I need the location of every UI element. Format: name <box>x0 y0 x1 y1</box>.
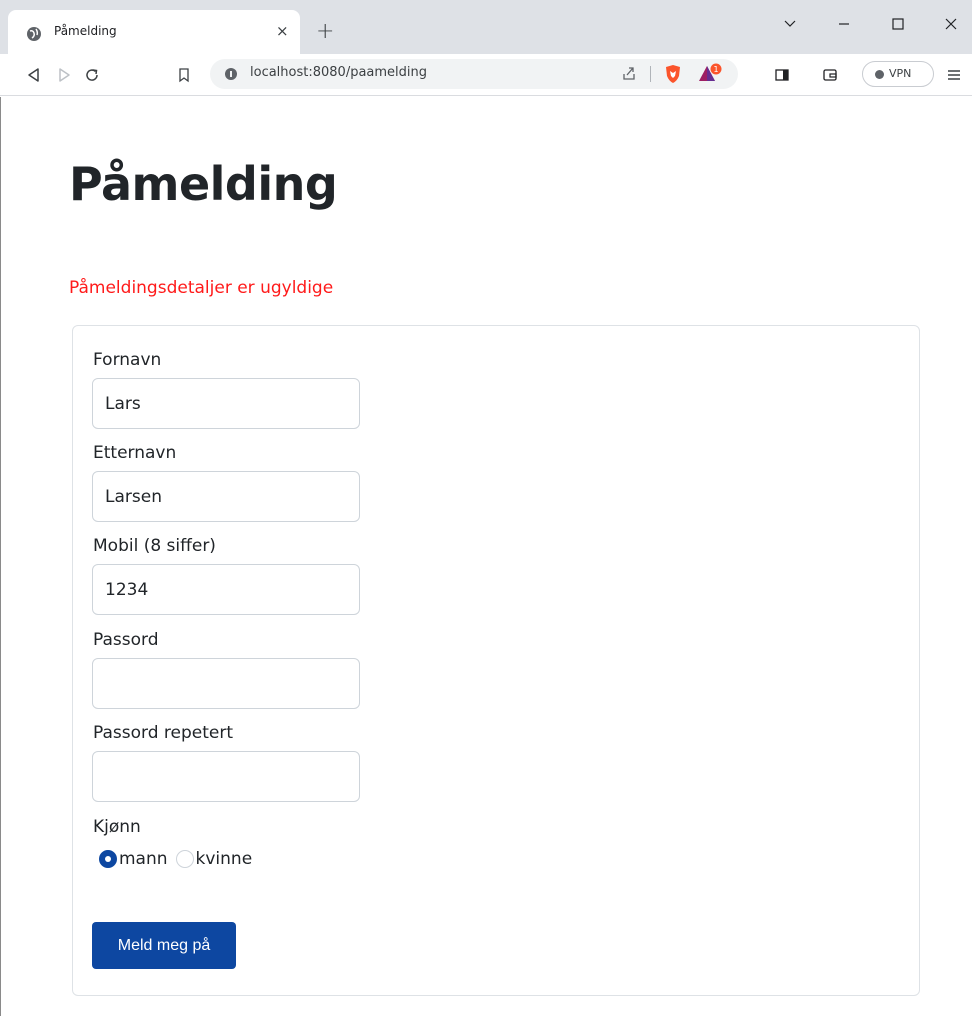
mobile-label: Mobil (8 siffer) <box>93 536 216 556</box>
last-name-input[interactable] <box>92 471 360 522</box>
gender-option-label[interactable]: kvinne <box>196 849 253 869</box>
bookmark-icon[interactable] <box>172 63 196 87</box>
plus-icon[interactable]: + <box>316 20 334 44</box>
address-bar[interactable]: localhost:8080/paamelding 1 <box>210 59 738 89</box>
close-icon[interactable]: × <box>276 21 289 41</box>
globe-icon <box>27 27 41 41</box>
vpn-status-icon <box>875 70 884 79</box>
brave-rewards-icon[interactable]: 1 <box>698 63 728 85</box>
gender-radio-group: mann kvinne <box>99 846 260 872</box>
brave-shields-icon[interactable] <box>664 64 682 84</box>
minimize-icon[interactable] <box>829 12 859 36</box>
gender-radio-mann[interactable] <box>99 850 117 868</box>
gender-label: Kjønn <box>93 817 141 837</box>
error-message: Påmeldingsdetaljer er ugyldige <box>69 278 334 298</box>
password-label: Passord <box>93 630 159 650</box>
first-name-input[interactable] <box>92 378 360 429</box>
back-icon[interactable] <box>22 63 46 87</box>
password-repeat-label: Passord repetert <box>93 723 234 743</box>
wallet-icon[interactable] <box>818 63 842 87</box>
tab-strip: Påmelding × + <box>0 0 972 54</box>
window-close-icon[interactable] <box>936 12 966 36</box>
reload-icon[interactable] <box>80 63 104 87</box>
url-text[interactable]: localhost:8080/paamelding <box>250 65 427 80</box>
vpn-label: VPN <box>889 67 912 80</box>
tab-title: Påmelding <box>54 24 117 38</box>
registration-form: Fornavn Etternavn Mobil (8 siffer) Passo… <box>72 325 920 996</box>
forward-icon[interactable] <box>52 63 76 87</box>
gender-option-label[interactable]: mann <box>119 849 168 869</box>
vpn-button[interactable]: VPN <box>862 61 934 87</box>
gender-radio-kvinne[interactable] <box>175 850 194 868</box>
menu-icon[interactable] <box>942 63 966 87</box>
first-name-label: Fornavn <box>93 350 162 370</box>
submit-button[interactable]: Meld meg på <box>92 922 236 969</box>
password-repeat-input[interactable] <box>92 751 360 802</box>
chevron-down-icon[interactable] <box>775 12 805 36</box>
share-icon[interactable] <box>620 64 638 82</box>
last-name-label: Etternavn <box>93 443 177 463</box>
mobile-input[interactable] <box>92 564 360 615</box>
page-viewport: Påmelding Påmeldingsdetaljer er ugyldige… <box>0 97 972 1016</box>
rewards-badge-count: 1 <box>713 65 718 74</box>
page-title: Påmelding <box>69 157 338 211</box>
maximize-icon[interactable] <box>883 12 913 36</box>
password-input[interactable] <box>92 658 360 709</box>
info-icon[interactable] <box>225 68 237 80</box>
sidebar-icon[interactable] <box>770 63 794 87</box>
browser-tab[interactable]: Påmelding × <box>8 10 300 54</box>
omnibox-divider <box>650 66 651 82</box>
